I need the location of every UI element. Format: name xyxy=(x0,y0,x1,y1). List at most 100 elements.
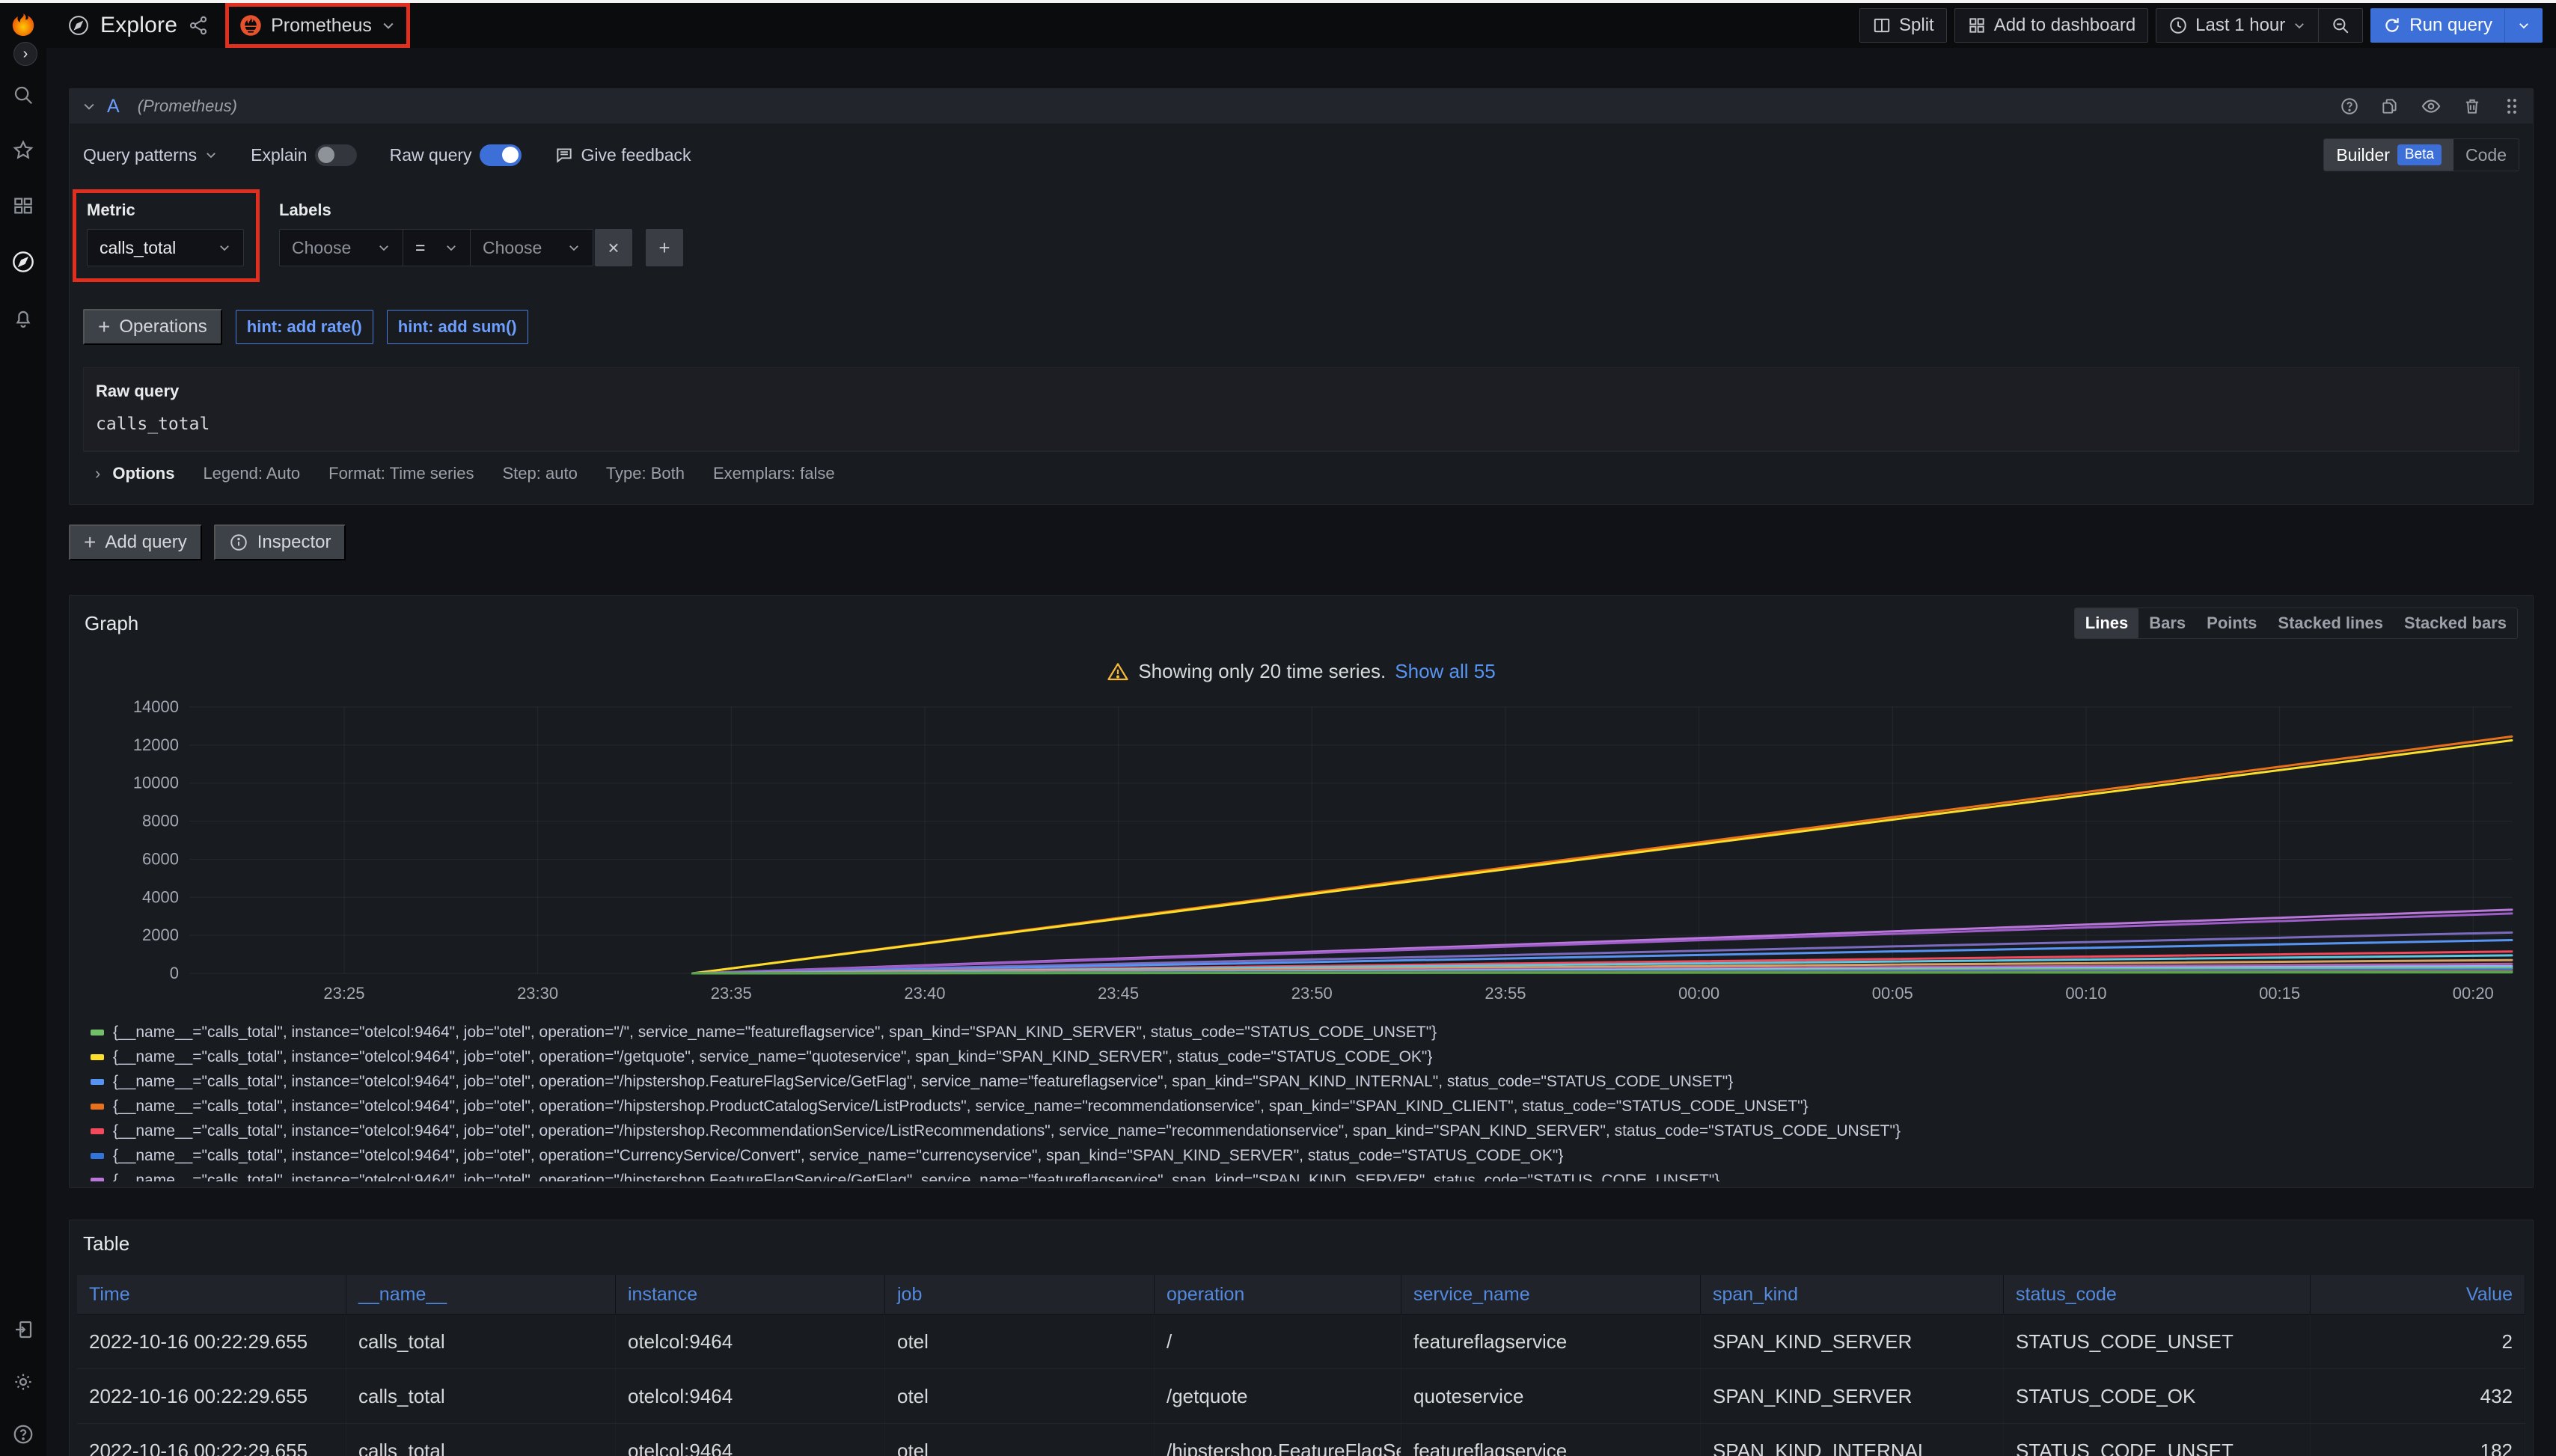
hide-query-eye-icon[interactable] xyxy=(2421,96,2442,117)
legend-item[interactable]: {__name__="calls_total", instance="otelc… xyxy=(91,1143,2518,1168)
label-operator-select[interactable]: = xyxy=(403,229,470,266)
legend-series-label: {__name__="calls_total", instance="otelc… xyxy=(113,1073,1733,1091)
drag-handle-icon[interactable] xyxy=(2503,97,2521,116)
query-patterns-dropdown[interactable]: Query patterns xyxy=(83,145,218,165)
table-column-header-span_kind[interactable]: span_kind xyxy=(1701,1275,2004,1314)
explore-icon-active[interactable] xyxy=(11,250,35,274)
table-column-header-instance[interactable]: instance xyxy=(616,1275,885,1314)
raw-query-preview: Raw query calls_total xyxy=(83,367,2519,451)
add-to-dashboard-button[interactable]: Add to dashboard xyxy=(1954,8,2148,43)
chevron-down-icon xyxy=(204,148,218,162)
labels-group: Labels Choose = Choose xyxy=(279,189,683,266)
split-icon xyxy=(1872,16,1892,35)
legend-item[interactable]: {__name__="calls_total", instance="otelc… xyxy=(91,1168,2518,1181)
add-label-filter-button[interactable]: + xyxy=(646,229,683,266)
settings-gear-icon[interactable] xyxy=(12,1371,34,1393)
remove-label-filter-button[interactable]: × xyxy=(595,229,632,266)
hint-add-sum-button[interactable]: hint: add sum() xyxy=(387,310,528,344)
add-query-button[interactable]: + Add query xyxy=(69,524,202,560)
table-cell: quoteservice xyxy=(1401,1369,1701,1423)
query-options-row[interactable]: › Options Legend: AutoFormat: Time serie… xyxy=(83,451,2519,485)
left-sidebar xyxy=(0,48,46,1456)
options-expand-chevron-icon: › xyxy=(95,464,100,483)
give-feedback-link[interactable]: Give feedback xyxy=(554,145,691,165)
zoom-out-time-button[interactable] xyxy=(2319,9,2362,42)
table-column-header-value[interactable]: Value xyxy=(2311,1275,2525,1314)
y-axis-tick-label: 0 xyxy=(170,964,179,982)
builder-tab[interactable]: Builder Beta xyxy=(2324,139,2453,171)
legend-series-label: {__name__="calls_total", instance="otelc… xyxy=(113,1048,1432,1066)
remove-query-trash-icon[interactable] xyxy=(2462,97,2482,116)
inspector-button[interactable]: Inspector xyxy=(214,524,346,560)
table-column-header-status_code[interactable]: status_code xyxy=(2004,1275,2311,1314)
run-query-button[interactable]: Run query xyxy=(2370,8,2543,43)
y-axis-tick-label: 10000 xyxy=(133,774,179,792)
search-icon[interactable] xyxy=(12,84,34,106)
y-axis-tick-label: 8000 xyxy=(142,812,179,831)
query-row-header[interactable]: A (Prometheus) xyxy=(70,89,2533,123)
query-ref-id: A xyxy=(107,96,120,117)
table-column-header-_name_[interactable]: __name__ xyxy=(346,1275,616,1314)
legend-item[interactable]: {__name__="calls_total", instance="otelc… xyxy=(91,1044,2518,1069)
dashboards-icon[interactable] xyxy=(12,195,34,217)
table-cell: STATUS_CODE_UNSET xyxy=(2004,1315,2311,1368)
query-help-icon[interactable] xyxy=(2340,97,2359,116)
help-icon[interactable] xyxy=(12,1423,34,1446)
info-circle-icon xyxy=(229,533,248,552)
graph-mode-tab-lines[interactable]: Lines xyxy=(2075,608,2138,638)
sidebar-expand-button[interactable]: › xyxy=(13,42,37,66)
table-cell: featureflagservice xyxy=(1401,1315,1701,1368)
x-axis-tick-label: 00:20 xyxy=(2453,984,2494,1003)
sign-in-icon[interactable] xyxy=(12,1318,34,1341)
graph-mode-tab-bars[interactable]: Bars xyxy=(2138,608,2196,638)
table-column-header-time[interactable]: Time xyxy=(77,1275,346,1314)
time-range-picker[interactable]: Last 1 hour xyxy=(2156,9,2318,42)
label-value-select[interactable]: Choose xyxy=(470,229,593,266)
show-all-series-link[interactable]: Show all 55 xyxy=(1395,660,1495,683)
alerting-bell-icon[interactable] xyxy=(12,307,34,329)
raw-query-toggle[interactable] xyxy=(480,144,522,166)
legend-item[interactable]: {__name__="calls_total", instance="otelc… xyxy=(91,1069,2518,1094)
code-tab[interactable]: Code xyxy=(2453,139,2519,171)
option-summary-item: Format: Time series xyxy=(328,464,474,483)
grafana-logo[interactable] xyxy=(0,12,46,39)
grafana-logo-icon xyxy=(10,12,37,39)
table-column-header-operation[interactable]: operation xyxy=(1155,1275,1401,1314)
x-axis-tick-label: 00:05 xyxy=(1872,984,1913,1003)
metric-select[interactable]: calls_total xyxy=(87,229,244,266)
main-content: A (Prometheus) xyxy=(46,48,2556,1456)
split-button[interactable]: Split xyxy=(1859,8,1947,43)
legend-item[interactable]: {__name__="calls_total", instance="otelc… xyxy=(91,1020,2518,1044)
table-cell: SPAN_KIND_SERVER xyxy=(1701,1315,2004,1368)
refresh-icon xyxy=(2382,16,2402,35)
table-cell: otel xyxy=(885,1424,1155,1456)
starred-icon[interactable] xyxy=(12,139,34,162)
table-cell: otelcol:9464 xyxy=(616,1369,885,1423)
graph-mode-tab-points[interactable]: Points xyxy=(2196,608,2267,638)
x-axis-tick-label: 23:40 xyxy=(904,984,945,1003)
duplicate-query-icon[interactable] xyxy=(2380,97,2400,116)
legend-item[interactable]: {__name__="calls_total", instance="otelc… xyxy=(91,1094,2518,1119)
x-axis-tick-label: 00:00 xyxy=(1678,984,1719,1003)
table-column-header-job[interactable]: job xyxy=(885,1275,1155,1314)
hint-add-rate-button[interactable]: hint: add rate() xyxy=(236,310,373,344)
page-title: Explore xyxy=(100,13,177,38)
time-series-chart[interactable]: 0200040006000800010000120001400023:2523:… xyxy=(85,700,2518,1008)
share-icon[interactable] xyxy=(188,15,209,36)
table-row: 2022-10-16 00:22:29.655calls_totalotelco… xyxy=(77,1369,2525,1424)
table-cell: calls_total xyxy=(346,1424,616,1456)
explain-toggle[interactable] xyxy=(315,144,357,166)
add-operation-button[interactable]: + Operations xyxy=(83,309,222,345)
chevron-down-icon xyxy=(2517,19,2531,32)
table-column-header-service_name[interactable]: service_name xyxy=(1401,1275,1701,1314)
legend-item[interactable]: {__name__="calls_total", instance="otelc… xyxy=(91,1119,2518,1143)
option-summary-item: Type: Both xyxy=(606,464,685,483)
label-key-select[interactable]: Choose xyxy=(279,229,403,266)
graph-mode-tab-stacked-lines[interactable]: Stacked lines xyxy=(2267,608,2394,638)
option-summary-item: Exemplars: false xyxy=(713,464,835,483)
datasource-picker[interactable]: Prometheus xyxy=(239,14,396,37)
graph-mode-tab-stacked-bars[interactable]: Stacked bars xyxy=(2394,608,2517,638)
run-query-dropdown[interactable] xyxy=(2505,8,2543,43)
query-editor-panel: A (Prometheus) xyxy=(69,88,2534,505)
chevron-down-icon xyxy=(2293,19,2306,32)
